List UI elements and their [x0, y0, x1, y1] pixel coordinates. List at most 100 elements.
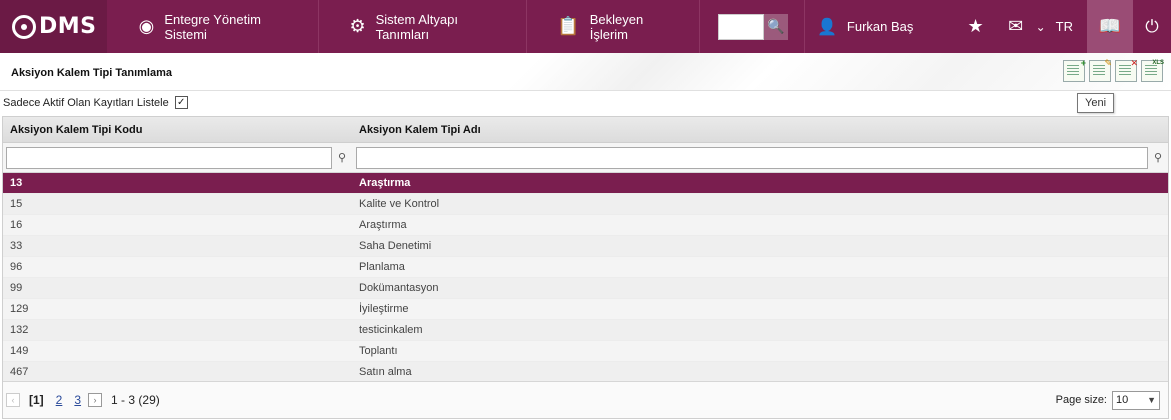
nav-entegre-yonetim-sistemi[interactable]: ◉ Entegre Yönetim Sistemi — [107, 0, 320, 53]
column-header-code[interactable]: Aksiyon Kalem Tipi Kodu — [3, 117, 353, 142]
messages-button[interactable]: ✉ — [996, 0, 1036, 53]
grid-body: 13 Araştırma 15 Kalite ve Kontrol 16 Araştırm… — [3, 173, 1168, 383]
guide-button[interactable]: 📖 — [1087, 0, 1134, 53]
cell-code: 132 — [10, 324, 29, 336]
export-excel-button[interactable]: XLS — [1141, 60, 1164, 82]
cell-name: Saha Denetimi — [359, 240, 432, 252]
cell-name: Dokümantasyon — [359, 282, 439, 294]
top-navigation-bar: DMS ◉ Entegre Yönetim Sistemi ⚙ Sistem A… — [0, 0, 1171, 53]
active-records-filter: Sadece Aktif Olan Kayıtları Listele ✓ — [3, 96, 188, 109]
logout-button[interactable]: ⏻ — [1133, 17, 1171, 37]
cell-code: 15 — [10, 198, 23, 210]
document-icon — [1093, 65, 1105, 77]
pager-info: 1 - 3 (29) — [111, 393, 160, 407]
page-size-label: Page size: — [1055, 394, 1107, 406]
pager: ‹ [1] 2 3 › 1 - 3 (29) Page size: 10 ▼ — [3, 381, 1168, 418]
cell-name: Planlama — [359, 261, 405, 273]
filter-icon[interactable]: ⚲ — [1151, 151, 1165, 164]
search-input[interactable] — [718, 13, 764, 40]
cell-code: 467 — [10, 366, 29, 378]
user-name: Furkan Baş — [846, 19, 914, 34]
chevron-down-icon: ⌄ — [1035, 19, 1046, 34]
page-header: Aksiyon Kalem Tipi Tanımlama + ✎ ✕ XLS — [0, 53, 1171, 91]
tooltip: Yeni — [1077, 93, 1115, 113]
data-grid: Aksiyon Kalem Tipi Kodu Aksiyon Kalem Ti… — [2, 116, 1169, 419]
dms-logo[interactable]: DMS — [0, 0, 107, 53]
table-row[interactable]: 33 Saha Denetimi — [3, 236, 1168, 257]
previous-page-button[interactable]: ‹ — [6, 393, 20, 407]
page-size-select[interactable]: 10 ▼ — [1112, 390, 1160, 410]
cell-name: Kalite ve Kontrol — [359, 198, 440, 210]
cell-name: Araştırma — [359, 177, 411, 189]
nav-sistem-altyapi-tanimlari[interactable]: ⚙ Sistem Altyapı Tanımları — [319, 0, 528, 53]
cell-code: 99 — [10, 282, 23, 294]
header-actions: ★ ✉ ⌄ TR 📖 ⏻ — [956, 0, 1171, 53]
page-size-control: Page size: 10 ▼ — [1055, 390, 1160, 410]
search-button[interactable]: 🔍 — [764, 13, 788, 40]
user-icon: 👤 — [817, 18, 837, 36]
nav-label: Bekleyen İşlerim — [589, 11, 644, 42]
grid-filter-row: ⚲ ⚲ — [3, 143, 1168, 173]
nav-label: Sistem Altyapı Tanımları — [375, 11, 458, 42]
table-row[interactable]: 99 Dokümantasyon — [3, 278, 1168, 299]
table-row[interactable]: 13 Araştırma — [3, 173, 1168, 194]
cell-name: Araştırma — [359, 219, 407, 231]
table-row[interactable]: 149 Toplantı — [3, 341, 1168, 362]
favorites-button[interactable]: ★ — [956, 0, 996, 53]
gear-icon: ⚙ — [349, 16, 366, 36]
table-row[interactable]: 15 Kalite ve Kontrol — [3, 194, 1168, 215]
book-icon: 📖 — [1098, 16, 1122, 36]
table-row[interactable]: 16 Araştırma — [3, 215, 1168, 236]
star-icon: ★ — [967, 16, 984, 36]
delete-record-button[interactable]: ✕ — [1115, 58, 1138, 82]
table-row[interactable]: 129 İyileştirme — [3, 299, 1168, 320]
nav-label: Entegre Yönetim Sistemi — [164, 11, 261, 42]
name-filter-input[interactable] — [356, 146, 1148, 169]
language-label: TR — [1055, 19, 1074, 34]
chevron-down-icon: ▼ — [1147, 395, 1156, 405]
clipboard-icon: 📋 — [557, 16, 580, 36]
search-icon: 🔍 — [767, 18, 785, 34]
grid-toolbar: + ✎ ✕ XLS — [1063, 58, 1164, 82]
document-icon — [1067, 65, 1079, 77]
circle-logo-icon: ◉ — [138, 16, 155, 36]
chevron-right-icon: › — [93, 395, 97, 405]
table-row[interactable]: 467 Satın alma — [3, 362, 1168, 383]
cell-name: testicinkalem — [359, 324, 423, 336]
cell-code: 33 — [10, 240, 23, 252]
next-page-button[interactable]: › — [88, 393, 103, 407]
page-link-2[interactable]: 2 — [56, 393, 63, 407]
delete-icon: ✕ — [1130, 58, 1138, 68]
envelope-icon: ✉ — [1008, 16, 1024, 36]
edit-record-button[interactable]: ✎ — [1089, 58, 1112, 82]
new-record-button[interactable]: + — [1063, 58, 1086, 82]
cell-code: 149 — [10, 345, 29, 357]
table-row[interactable]: 96 Planlama — [3, 257, 1168, 278]
language-selector[interactable]: ⌄ TR — [1036, 19, 1087, 34]
cell-code: 129 — [10, 303, 29, 315]
logo-q-icon — [12, 14, 36, 39]
pencil-icon: ✎ — [1104, 58, 1112, 68]
chevron-left-icon: ‹ — [11, 395, 15, 405]
active-filter-label: Sadece Aktif Olan Kayıtları Listele — [3, 96, 169, 109]
code-filter-input[interactable] — [6, 146, 332, 169]
column-header-name[interactable]: Aksiyon Kalem Tipi Adı — [353, 117, 1168, 142]
document-icon — [1119, 65, 1131, 77]
power-icon: ⏻ — [1145, 16, 1159, 36]
user-menu[interactable]: 👤 Furkan Baş — [805, 0, 956, 53]
logo-text: DMS — [39, 14, 97, 39]
cell-name: İyileştirme — [359, 303, 409, 315]
cell-name: Toplantı — [359, 345, 398, 357]
add-icon: + — [1080, 58, 1086, 68]
cell-code: 96 — [10, 261, 23, 273]
nav-bekleyen-islerim[interactable]: 📋 Bekleyen İşlerim — [527, 0, 700, 53]
cell-name: Satın alma — [359, 366, 412, 378]
current-page: [1] — [29, 393, 44, 407]
grid-header: Aksiyon Kalem Tipi Kodu Aksiyon Kalem Ti… — [3, 117, 1168, 143]
active-filter-checkbox[interactable]: ✓ — [174, 96, 188, 109]
excel-icon: XLS — [1152, 60, 1164, 66]
table-row[interactable]: 132 testicinkalem — [3, 320, 1168, 341]
cell-code: 16 — [10, 219, 23, 231]
filter-icon[interactable]: ⚲ — [335, 151, 349, 164]
page-link-3[interactable]: 3 — [74, 393, 81, 407]
